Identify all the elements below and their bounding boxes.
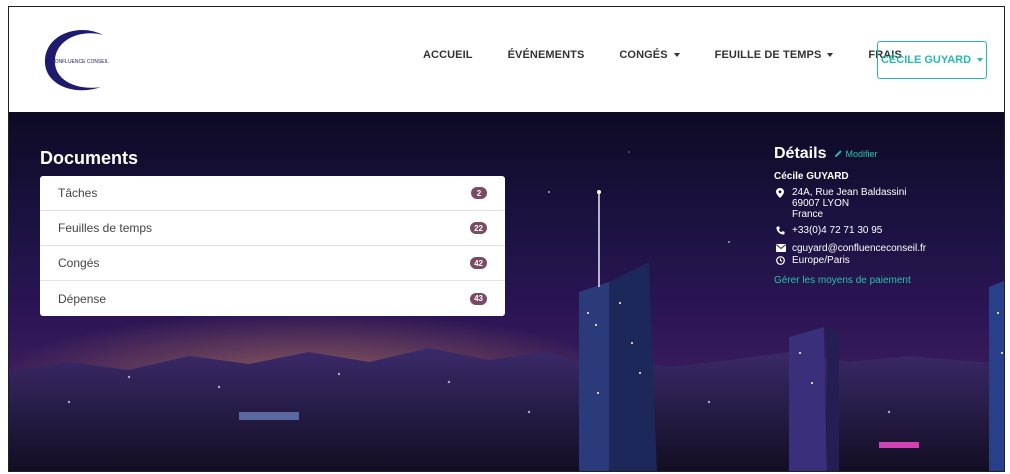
list-item-label: Tâches bbox=[58, 186, 98, 200]
main-nav: ACCUEIL ÉVÉNEMENTS CONGÉS FEUILLE DE TEM… bbox=[423, 49, 937, 61]
phone-icon bbox=[774, 225, 792, 235]
modify-link[interactable]: Modifier bbox=[834, 149, 877, 159]
nav-item-feuille-de-temps[interactable]: FEUILLE DE TEMPS bbox=[715, 49, 834, 61]
user-menu-button[interactable]: CÉCILE GUYARD bbox=[877, 41, 987, 79]
nav-item-label: CONGÉS bbox=[619, 49, 668, 61]
count-badge: 2 bbox=[471, 187, 487, 199]
email-row: cguyard@confluenceconseil.fr bbox=[774, 243, 1004, 254]
list-item-taches[interactable]: Tâches 2 bbox=[40, 176, 505, 211]
timezone-value: Europe/Paris bbox=[792, 255, 850, 266]
documents-title: Documents bbox=[40, 148, 139, 168]
timezone-row: Europe/Paris bbox=[774, 255, 1004, 266]
app-frame: CONFLUENCE CONSEIL ACCUEIL ÉVÉNEMENTS CO… bbox=[8, 6, 1005, 472]
user-menu-label: CÉCILE GUYARD bbox=[880, 54, 972, 66]
details-panel: Détails Modifier Cécile GUYARD 24A, Rue … bbox=[774, 145, 1004, 286]
modify-label: Modifier bbox=[845, 148, 878, 159]
list-item-feuilles-de-temps[interactable]: Feuilles de temps 22 bbox=[40, 211, 505, 246]
list-item-depense[interactable]: Dépense 43 bbox=[40, 281, 505, 316]
nav-item-accueil[interactable]: ACCUEIL bbox=[423, 49, 473, 61]
caret-down-icon bbox=[977, 58, 984, 62]
phone-row: +33(0)4 72 71 30 95 bbox=[774, 225, 1004, 236]
phone-number[interactable]: +33(0)4 72 71 30 95 bbox=[792, 225, 882, 236]
pencil-icon bbox=[835, 150, 843, 158]
nav-item-evenements[interactable]: ÉVÉNEMENTS bbox=[508, 49, 585, 61]
list-item-label: Feuilles de temps bbox=[58, 221, 153, 235]
documents-list: Tâches 2 Feuilles de temps 22 Congés 42 … bbox=[40, 176, 505, 316]
logo-text: CONFLUENCE CONSEIL bbox=[51, 59, 109, 65]
nav-item-conges[interactable]: CONGÉS bbox=[619, 49, 680, 61]
details-title: Détails bbox=[774, 145, 827, 162]
caret-down-icon bbox=[827, 53, 834, 57]
clock-icon bbox=[774, 255, 792, 265]
count-badge: 22 bbox=[470, 222, 487, 234]
logo-crescent-icon: CONFLUENCE CONSEIL bbox=[44, 29, 109, 91]
map-marker-icon bbox=[774, 187, 792, 198]
address-line-3: France bbox=[792, 209, 824, 220]
list-item-conges[interactable]: Congés 42 bbox=[40, 246, 505, 281]
address-row: 24A, Rue Jean Baldassini 69007 LYON Fran… bbox=[774, 187, 1004, 220]
envelope-icon bbox=[774, 243, 792, 252]
contact-name: Cécile GUYARD bbox=[774, 171, 849, 182]
count-badge: 43 bbox=[470, 292, 487, 305]
nav-item-label: FEUILLE DE TEMPS bbox=[714, 49, 822, 61]
list-item-label: Congés bbox=[58, 256, 100, 270]
email-address[interactable]: cguyard@confluenceconseil.fr bbox=[792, 243, 926, 254]
address-block: 24A, Rue Jean Baldassini 69007 LYON Fran… bbox=[792, 187, 907, 220]
caret-down-icon bbox=[673, 53, 680, 57]
details-header: Détails Modifier bbox=[774, 145, 1004, 163]
list-item-label: Dépense bbox=[58, 291, 107, 306]
address-line-2: 69007 LYON bbox=[792, 198, 850, 209]
address-line-1: 24A, Rue Jean Baldassini bbox=[792, 187, 907, 198]
nav-item-label: ÉVÉNEMENTS bbox=[507, 49, 585, 61]
hero-section: Documents Tâches 2 Feuilles de temps 22 … bbox=[9, 112, 1004, 471]
nav-item-label: ACCUEIL bbox=[423, 49, 473, 61]
brand-logo[interactable]: CONFLUENCE CONSEIL bbox=[41, 25, 121, 95]
count-badge: 42 bbox=[470, 257, 487, 269]
manage-payment-methods-link[interactable]: Gérer les moyens de paiement bbox=[774, 275, 1004, 286]
top-navbar: CONFLUENCE CONSEIL ACCUEIL ÉVÉNEMENTS CO… bbox=[9, 7, 1004, 112]
